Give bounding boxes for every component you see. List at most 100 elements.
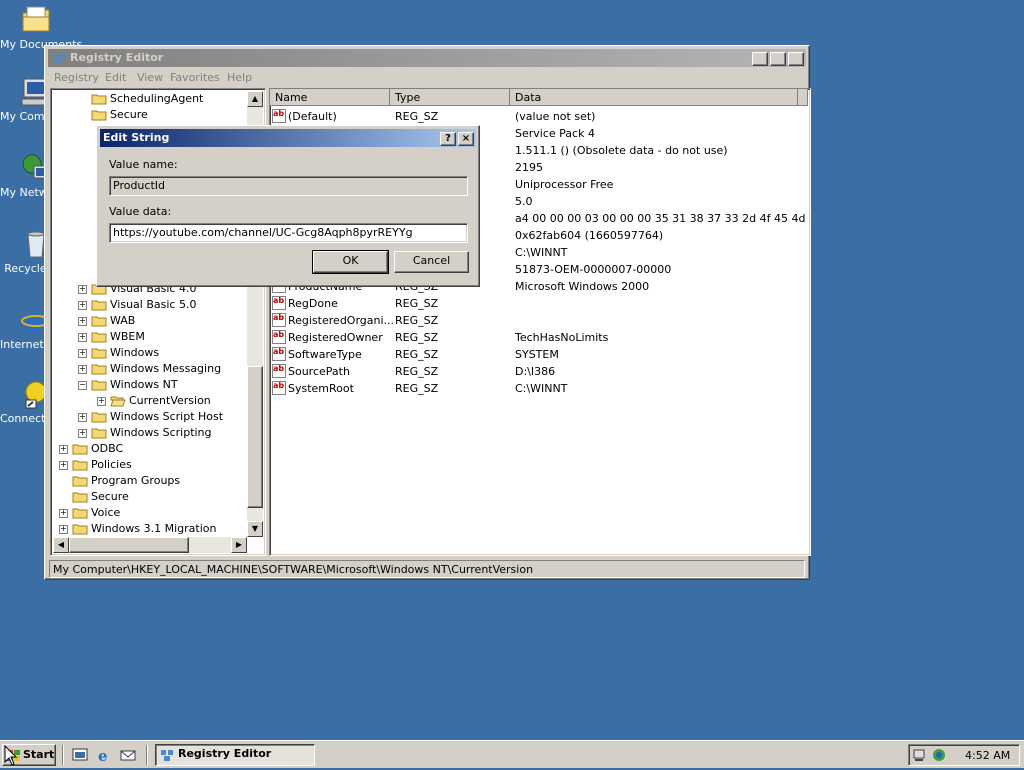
scroll-thumb[interactable] [247,366,263,508]
tree-node[interactable]: + CurrentVersion [53,393,247,409]
tree-node[interactable]: Secure [53,107,247,123]
menu-favorites[interactable]: Favorites [170,71,220,84]
status-bar: My Computer\HKEY_LOCAL_MACHINE\SOFTWARE\… [49,560,805,578]
value-row[interactable]: ab (Default) REG_SZ (value not set) [270,108,810,125]
expand-icon[interactable]: + [78,365,87,374]
folder-icon [91,331,107,343]
menu-registry[interactable]: Registry [54,71,99,84]
value-data: 0x62fab604 (1660597764) [515,229,664,242]
tree-node[interactable]: + Windows Messaging [53,361,247,377]
value-row[interactable]: ab RegisteredOwner REG_SZ TechHasNoLimits [270,329,810,346]
column-header-name[interactable]: Name [270,89,390,106]
network-tray-icon[interactable] [913,747,929,763]
tree-horizontal-scrollbar[interactable]: ◀ ▶ [53,537,247,553]
value-data: C:\WINNT [515,246,568,259]
folder-icon [72,523,88,535]
tree-node[interactable]: − Windows NT [53,377,247,393]
value-type: REG_SZ [395,297,439,310]
internet-explorer-icon[interactable]: e [96,747,112,765]
folder-icon [91,109,107,121]
tree-node-label: Windows Messaging [110,362,222,375]
collapse-icon[interactable]: − [78,381,87,390]
expand-icon[interactable]: + [78,429,87,438]
tree-node[interactable]: Secure [53,489,247,505]
outlook-express-icon[interactable] [120,747,136,763]
column-header-type[interactable]: Type [390,89,510,106]
close-button[interactable]: × [788,52,804,66]
value-row[interactable]: ab SoftwareType REG_SZ SYSTEM [270,346,810,363]
minimize-button[interactable]: _ [752,52,768,66]
tree-node[interactable]: + Windows 3.1 Migration [53,521,247,537]
tree-node[interactable]: + WAB [53,313,247,329]
value-row[interactable]: ab SourcePath REG_SZ D:\I386 [270,363,810,380]
scroll-left-button[interactable]: ◀ [53,537,69,553]
tree-node[interactable]: SchedulingAgent [53,91,247,107]
tree-node[interactable]: + Visual Basic 5.0 [53,297,247,313]
value-row[interactable]: ab RegDone REG_SZ [270,295,810,312]
string-value-icon: ab [272,313,286,327]
menu-view[interactable]: View [137,71,163,84]
expand-icon[interactable]: + [78,285,87,294]
expand-icon[interactable]: + [59,445,68,454]
menu-help[interactable]: Help [227,71,252,84]
volume-tray-icon[interactable] [931,747,947,763]
tree-node[interactable]: + Policies [53,457,247,473]
folder-icon [91,315,107,327]
value-data: TechHasNoLimits [515,331,609,344]
folder-icon [72,443,88,455]
string-value-icon: ab [272,296,286,310]
tree-node-label: ODBC [91,442,124,455]
tree-node[interactable]: Program Groups [53,473,247,489]
dialog-close-button[interactable]: × [458,132,474,146]
expand-icon[interactable]: + [97,397,106,406]
tree-node-label: CurrentVersion [129,394,211,407]
value-data: SYSTEM [515,348,559,361]
scroll-down-button[interactable]: ▼ [247,521,263,537]
value-data-input[interactable]: https://youtube.com/channel/UC-Gcg8Aqph8… [109,223,468,243]
expand-icon[interactable]: + [59,509,68,518]
dialog-titlebar[interactable]: Edit String ? × [100,129,476,147]
expand-icon[interactable]: + [78,301,87,310]
value-name: SoftwareType [288,348,362,361]
expand-icon[interactable]: + [78,333,87,342]
expand-icon[interactable]: + [78,317,87,326]
expand-icon[interactable]: + [59,461,68,470]
ok-button[interactable]: OK [312,250,389,274]
expand-icon[interactable]: + [59,525,68,534]
tree-node[interactable]: + WBEM [53,329,247,345]
window-titlebar[interactable]: Registry Editor _ □ × [48,49,806,67]
show-desktop-icon[interactable] [72,747,88,763]
tree-node[interactable]: + Voice [53,505,247,521]
tree-node[interactable]: + Windows Scripting [53,425,247,441]
tree-node-label: Windows Scripting [110,426,212,439]
tree-node-label: Windows [110,346,160,359]
scroll-right-button[interactable]: ▶ [231,537,247,553]
taskbar-separator [146,745,148,765]
expand-icon[interactable]: + [78,413,87,422]
help-button[interactable]: ? [440,132,456,146]
desktop-icon-my-documents[interactable]: My Documents [0,4,82,51]
value-data: Microsoft Windows 2000 [515,280,650,293]
tree-node-label: SchedulingAgent [110,92,204,105]
tree-node[interactable]: + Windows [53,345,247,361]
value-row[interactable]: ab RegisteredOrgani... REG_SZ [270,312,810,329]
hscroll-thumb[interactable] [69,537,189,553]
folder-icon [91,347,107,359]
string-value-icon: ab [272,381,286,395]
maximize-button[interactable]: □ [770,52,786,66]
tree-node-label: Windows NT [110,378,178,391]
value-data: (value not set) [515,110,596,123]
scroll-up-button[interactable]: ▲ [247,91,263,107]
value-data: Service Pack 4 [515,127,595,140]
cancel-button[interactable]: Cancel [394,251,469,273]
clock[interactable]: 4:52 AM [965,749,1010,762]
value-row[interactable]: ab SystemRoot REG_SZ C:\WINNT [270,380,810,397]
value-data: D:\I386 [515,365,556,378]
menu-edit[interactable]: Edit [105,71,126,84]
folder-icon [72,475,88,487]
tree-node[interactable]: + Windows Script Host [53,409,247,425]
tree-node[interactable]: + ODBC [53,441,247,457]
task-registry-editor[interactable]: Registry Editor [155,744,315,766]
expand-icon[interactable]: + [78,349,87,358]
column-header-data[interactable]: Data [510,89,798,106]
